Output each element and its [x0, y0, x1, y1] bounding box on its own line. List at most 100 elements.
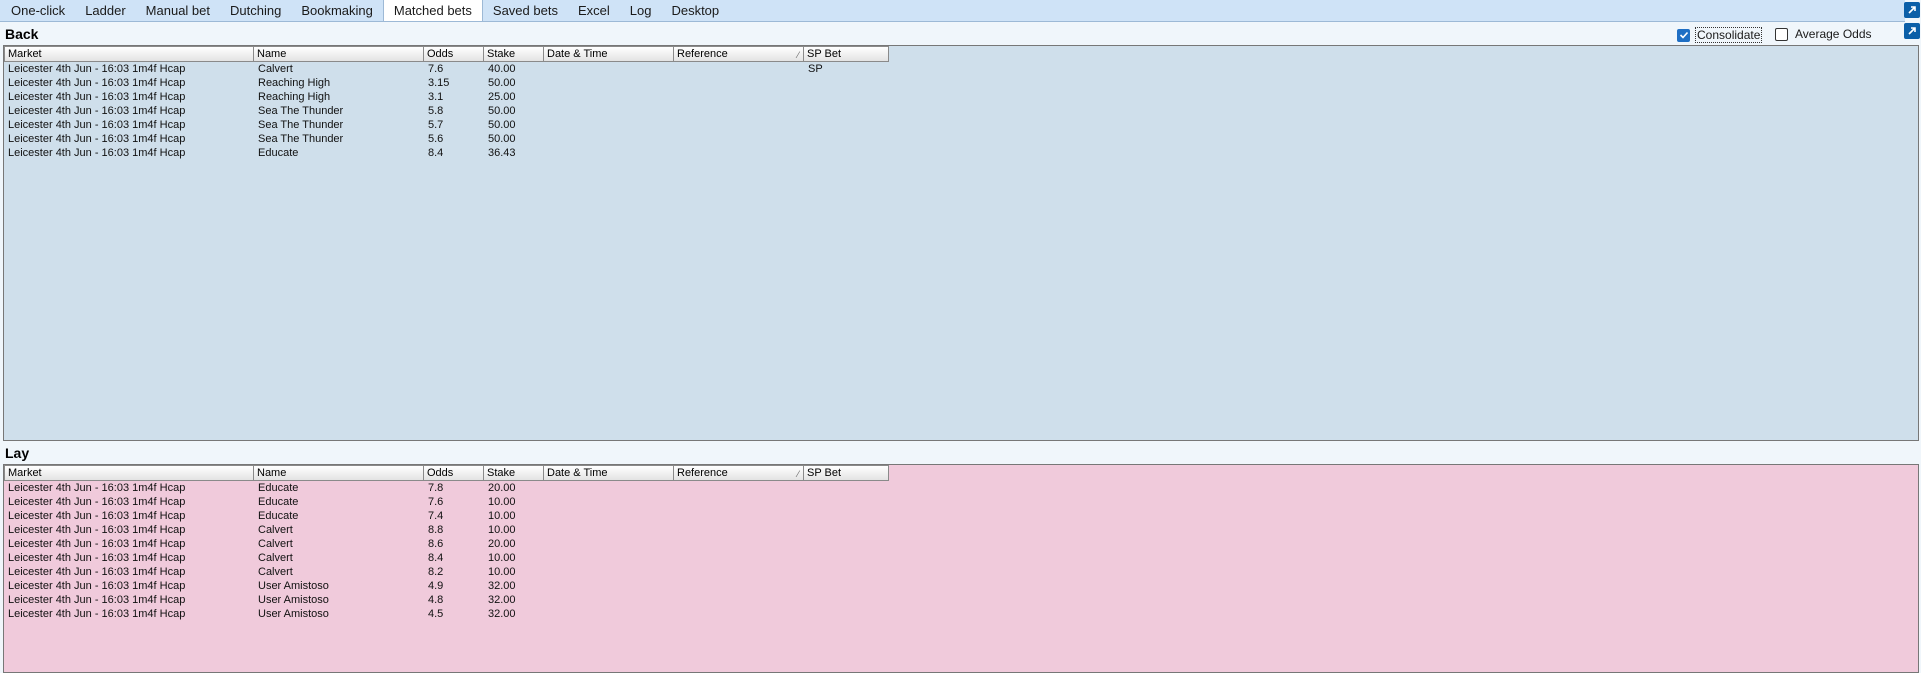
- cell-odds: 7.6: [428, 63, 444, 75]
- cell-sp-bet: [804, 523, 889, 537]
- cell-name: Educate: [258, 482, 299, 494]
- cell-date-time: [544, 509, 674, 523]
- table-row[interactable]: Leicester 4th Jun - 16:03 1m4f Hcap Sea T…: [4, 118, 889, 132]
- table-row[interactable]: Leicester 4th Jun - 16:03 1m4f Hcap Educa…: [4, 495, 889, 509]
- table-row[interactable]: Leicester 4th Jun - 16:03 1m4f Hcap Calve…: [4, 565, 889, 579]
- table-row[interactable]: Leicester 4th Jun - 16:03 1m4f Hcap Sea T…: [4, 104, 889, 118]
- cell-market: Leicester 4th Jun - 16:03 1m4f Hcap: [8, 538, 186, 550]
- table-row[interactable]: Leicester 4th Jun - 16:03 1m4f Hcap User …: [4, 593, 889, 607]
- lay-table-header: Market Name Odds Stake Date & Time Refer…: [4, 465, 889, 481]
- cell-sp-bet: [804, 551, 889, 565]
- column-header-name[interactable]: Name: [254, 465, 424, 481]
- average-odds-option[interactable]: Average Odds: [1775, 27, 1872, 41]
- cell-odds: 8.4: [428, 147, 444, 159]
- column-header-sp-bet[interactable]: SP Bet: [804, 46, 889, 62]
- popout-window-button[interactable]: [1904, 2, 1920, 18]
- column-header-name[interactable]: Name: [254, 46, 424, 62]
- table-row[interactable]: Leicester 4th Jun - 16:03 1m4f Hcap Educa…: [4, 509, 889, 523]
- column-header-date-time[interactable]: Date & Time: [544, 46, 674, 62]
- column-header-odds[interactable]: Odds: [424, 465, 484, 481]
- cell-name: User Amistoso: [258, 594, 329, 606]
- cell-odds: 7.6: [428, 496, 444, 508]
- popout-tab-button[interactable]: [1904, 23, 1920, 39]
- table-row[interactable]: Leicester 4th Jun - 16:03 1m4f Hcap Calve…: [4, 537, 889, 551]
- cell-name: Calvert: [258, 552, 293, 564]
- cell-stake: 10.00: [488, 566, 516, 578]
- tab-desktop[interactable]: Desktop: [661, 1, 729, 21]
- cell-date-time: [544, 607, 674, 621]
- column-header-market[interactable]: Market: [4, 465, 254, 481]
- cell-odds: 4.5: [428, 608, 444, 620]
- consolidate-option[interactable]: Consolidate: [1677, 27, 1763, 43]
- lay-table-rows: Leicester 4th Jun - 16:03 1m4f Hcap Educa…: [4, 481, 889, 621]
- tab-log[interactable]: Log: [620, 1, 662, 21]
- arrow-up-right-icon: [1908, 27, 1916, 35]
- tab-saved-bets[interactable]: Saved bets: [483, 1, 568, 21]
- cell-stake: 10.00: [488, 496, 516, 508]
- cell-odds: 7.8: [428, 482, 444, 494]
- table-row[interactable]: Leicester 4th Jun - 16:03 1m4f Hcap Educa…: [4, 481, 889, 495]
- column-header-odds[interactable]: Odds: [424, 46, 484, 62]
- cell-reference: [674, 76, 804, 90]
- cell-stake: 36.43: [488, 147, 516, 159]
- cell-date-time: [544, 76, 674, 90]
- cell-stake: 20.00: [488, 482, 516, 494]
- column-header-reference[interactable]: Reference ⁄: [674, 46, 804, 62]
- consolidate-checkbox[interactable]: [1677, 28, 1690, 42]
- tab-ladder[interactable]: Ladder: [75, 1, 135, 21]
- table-row[interactable]: Leicester 4th Jun - 16:03 1m4f Hcap Sea T…: [4, 132, 889, 146]
- cell-date-time: [544, 495, 674, 509]
- table-row[interactable]: Leicester 4th Jun - 16:03 1m4f Hcap Calve…: [4, 523, 889, 537]
- cell-name: User Amistoso: [258, 580, 329, 592]
- table-row[interactable]: Leicester 4th Jun - 16:03 1m4f Hcap User …: [4, 579, 889, 593]
- cell-sp-bet: [804, 481, 889, 495]
- tab-bar: One-click Ladder Manual bet Dutching Boo…: [0, 0, 1905, 22]
- checkmark-icon: [1679, 31, 1688, 39]
- cell-odds: 7.4: [428, 510, 444, 522]
- cell-date-time: [544, 551, 674, 565]
- cell-date-time: [544, 118, 674, 132]
- tab-bookmaking[interactable]: Bookmaking: [291, 1, 383, 21]
- cell-odds: 8.2: [428, 566, 444, 578]
- tab-matched-bets[interactable]: Matched bets: [382, 0, 483, 21]
- cell-market: Leicester 4th Jun - 16:03 1m4f Hcap: [8, 482, 186, 494]
- cell-sp-bet: [804, 90, 889, 104]
- cell-reference: [674, 62, 804, 76]
- cell-sp-bet: [804, 146, 889, 160]
- cell-reference: [674, 537, 804, 551]
- column-header-stake[interactable]: Stake: [484, 46, 544, 62]
- cell-name: Educate: [258, 510, 299, 522]
- column-header-date-time[interactable]: Date & Time: [544, 465, 674, 481]
- cell-market: Leicester 4th Jun - 16:03 1m4f Hcap: [8, 63, 186, 75]
- column-header-reference[interactable]: Reference ⁄: [674, 465, 804, 481]
- cell-stake: 50.00: [488, 77, 516, 89]
- column-header-sp-bet[interactable]: SP Bet: [804, 465, 889, 481]
- tab-one-click[interactable]: One-click: [1, 1, 75, 21]
- cell-date-time: [544, 537, 674, 551]
- table-row[interactable]: Leicester 4th Jun - 16:03 1m4f Hcap Calve…: [4, 551, 889, 565]
- cell-reference: [674, 90, 804, 104]
- cell-date-time: [544, 132, 674, 146]
- cell-stake: 10.00: [488, 552, 516, 564]
- matched-bets-window: One-click Ladder Manual bet Dutching Boo…: [0, 0, 1921, 673]
- cell-sp-bet: [804, 579, 889, 593]
- tab-manual-bet[interactable]: Manual bet: [136, 1, 220, 21]
- cell-stake: 50.00: [488, 119, 516, 131]
- table-row[interactable]: Leicester 4th Jun - 16:03 1m4f Hcap Calve…: [4, 62, 889, 76]
- back-table-header: Market Name Odds Stake Date & Time Refer…: [4, 46, 889, 62]
- table-row[interactable]: Leicester 4th Jun - 16:03 1m4f Hcap Reach…: [4, 90, 889, 104]
- average-odds-checkbox[interactable]: [1775, 27, 1788, 41]
- cell-market: Leicester 4th Jun - 16:03 1m4f Hcap: [8, 147, 186, 159]
- table-row[interactable]: Leicester 4th Jun - 16:03 1m4f Hcap User …: [4, 607, 889, 621]
- cell-market: Leicester 4th Jun - 16:03 1m4f Hcap: [8, 119, 186, 131]
- cell-reference: [674, 565, 804, 579]
- cell-market: Leicester 4th Jun - 16:03 1m4f Hcap: [8, 580, 186, 592]
- column-header-market[interactable]: Market: [4, 46, 254, 62]
- cell-name: Calvert: [258, 63, 293, 75]
- tab-excel[interactable]: Excel: [568, 1, 620, 21]
- tab-dutching[interactable]: Dutching: [220, 1, 291, 21]
- cell-sp-bet: [804, 509, 889, 523]
- table-row[interactable]: Leicester 4th Jun - 16:03 1m4f Hcap Educa…: [4, 146, 889, 160]
- column-header-stake[interactable]: Stake: [484, 465, 544, 481]
- table-row[interactable]: Leicester 4th Jun - 16:03 1m4f Hcap Reach…: [4, 76, 889, 90]
